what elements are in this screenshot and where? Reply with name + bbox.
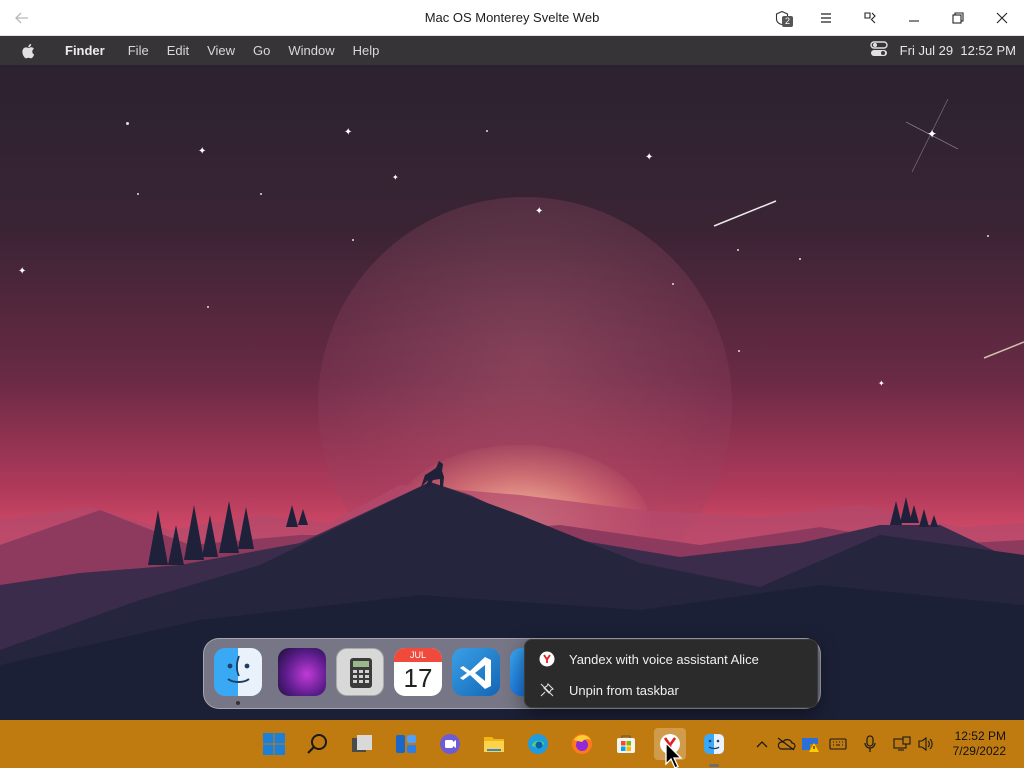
edge-icon[interactable] (522, 728, 554, 760)
running-indicator (709, 764, 719, 767)
mouse-cursor-icon (665, 742, 683, 768)
app-title-bar: Mac OS Monterey Svelte Web 2 (0, 0, 1024, 36)
context-item-yandex[interactable]: Yandex with voice assistant Alice (525, 644, 817, 674)
calendar-month: JUL (394, 648, 442, 662)
microphone-icon[interactable] (860, 734, 880, 754)
control-center-icon[interactable] (869, 41, 888, 60)
desktop-wallpaper: ✦ ✦ ✦ ✦ ✦ ✦ ✦ ✦ (0, 65, 1024, 720)
menu-button[interactable] (804, 0, 848, 36)
show-hidden-icons-chevron-icon[interactable] (754, 734, 770, 754)
menu-finder[interactable]: Finder (56, 43, 119, 58)
menubar-datetime[interactable]: Fri Jul 29 12:52 PM (900, 43, 1016, 58)
minimize-icon (909, 20, 919, 22)
finder-running-dot (236, 701, 240, 705)
finder-icon[interactable] (214, 648, 262, 696)
apple-logo-icon[interactable] (0, 43, 56, 59)
mac-menu-bar: Finder File Edit View Go Window Help Fri… (0, 36, 1024, 65)
start-icon[interactable] (258, 728, 290, 760)
context-item-unpin[interactable]: Unpin from taskbar (525, 675, 817, 705)
network-icon[interactable] (892, 734, 912, 754)
close-button[interactable] (980, 0, 1024, 36)
microsoft-store-icon[interactable] (610, 728, 642, 760)
mountain-landscape (0, 98, 1024, 720)
menu-go[interactable]: Go (244, 43, 279, 58)
taskbar-clock[interactable]: 12:52 PM 7/29/2022 (953, 729, 1006, 759)
firefox-icon[interactable] (566, 728, 598, 760)
yandex-icon (525, 651, 569, 667)
calendar-day: 17 (403, 663, 433, 693)
restore-button[interactable] (936, 0, 980, 36)
search-icon[interactable] (302, 728, 334, 760)
calculator-icon[interactable] (336, 648, 384, 696)
menu-view[interactable]: View (198, 43, 244, 58)
context-item-label: Unpin from taskbar (569, 682, 679, 698)
menu-window[interactable]: Window (279, 43, 343, 58)
app-store-icon[interactable] (510, 648, 524, 696)
keyboard-icon[interactable] (828, 734, 848, 754)
onedrive-icon[interactable] (776, 734, 796, 754)
clock-date: 7/29/2022 (952, 744, 1006, 758)
calendar-icon[interactable]: JUL 17 (394, 648, 442, 696)
hamburger-icon (821, 13, 831, 23)
defender-warning-icon[interactable] (800, 734, 820, 754)
windows-taskbar: 12:52 PM 7/29/2022 (0, 720, 1024, 768)
context-item-label: Yandex with voice assistant Alice (569, 651, 759, 667)
task-view-icon[interactable] (346, 728, 378, 760)
unpin-icon (525, 682, 569, 698)
app-options-button[interactable] (848, 0, 892, 36)
extension-count-badge: 2 (782, 16, 794, 27)
restore-icon (952, 12, 964, 24)
taskbar-jump-list: Yandex with voice assistant Alice Unpin … (524, 639, 818, 708)
launchpad-icon[interactable] (278, 648, 326, 696)
menu-help[interactable]: Help (344, 43, 389, 58)
clock-time: 12:52 PM (954, 729, 1006, 743)
app-options-icon (864, 12, 876, 24)
close-icon (996, 12, 1008, 24)
file-explorer-icon[interactable] (478, 728, 510, 760)
widgets-icon[interactable] (390, 728, 422, 760)
menu-file[interactable]: File (119, 43, 158, 58)
menu-edit[interactable]: Edit (158, 43, 198, 58)
extensions-button[interactable]: 2 (760, 0, 804, 36)
finder-pwa-icon[interactable] (698, 728, 730, 760)
minimize-button[interactable] (892, 0, 936, 36)
vscode-icon[interactable] (452, 648, 500, 696)
volume-icon[interactable] (916, 734, 936, 754)
teams-chat-icon[interactable] (434, 728, 466, 760)
